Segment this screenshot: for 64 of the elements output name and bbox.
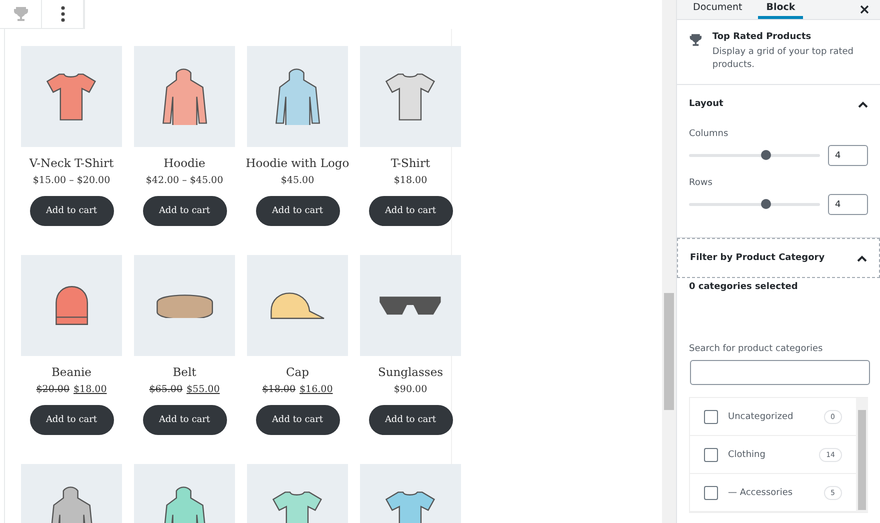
hoodie-drawing xyxy=(162,68,208,125)
product-price: $15.00 – $20.00 xyxy=(32,175,110,186)
add-to-cart-button[interactable]: Add to cart xyxy=(30,196,114,226)
belt-drawing xyxy=(156,294,214,318)
search-label: Search for product categories xyxy=(689,344,824,354)
add-to-cart-button[interactable]: Add to cart xyxy=(256,196,340,226)
selection-summary: 0 categories selected xyxy=(688,281,799,294)
hoodie-drawing xyxy=(274,68,320,125)
product-name: Hoodie xyxy=(164,156,206,170)
category-label: Uncategorized xyxy=(728,412,794,422)
control-label: Rows xyxy=(689,178,714,188)
add-to-cart-button[interactable]: Add to cart xyxy=(368,196,452,226)
sidebar-tab[interactable]: Block xyxy=(758,0,804,19)
product-name: V-Neck T-Shirt xyxy=(29,156,114,170)
scrollbar[interactable] xyxy=(662,0,676,523)
checkbox[interactable] xyxy=(704,410,718,424)
number-field[interactable]: 4 xyxy=(828,194,868,215)
product-name: Hoodie with Logo xyxy=(246,156,350,170)
checkbox[interactable] xyxy=(704,448,718,462)
regular-price: $20.00 xyxy=(36,384,70,395)
filter-panel-toggle[interactable]: Filter by Product Category xyxy=(678,239,879,277)
list-scrollbar[interactable] xyxy=(856,398,868,512)
block-description: Display a grid of your top rated products. xyxy=(712,46,855,72)
product-name: Beanie xyxy=(51,365,92,379)
layout-panel-toggle[interactable]: Layout xyxy=(677,85,880,123)
regular-price: $65.00 xyxy=(149,384,182,395)
search-field[interactable] xyxy=(690,360,870,385)
checkbox[interactable] xyxy=(704,486,718,500)
cap-drawing xyxy=(270,292,326,320)
trophy-icon xyxy=(689,32,702,48)
chevron-icon xyxy=(857,254,867,262)
product-price: $18.00 xyxy=(394,175,428,186)
tshirt-drawing xyxy=(385,72,436,120)
product-price: $42.00 – $45.00 xyxy=(146,175,224,186)
product-price: $45.00 xyxy=(280,175,314,186)
close-icon xyxy=(860,4,868,14)
sunglasses-drawing xyxy=(379,296,442,316)
add-to-cart-button[interactable]: Add to cart xyxy=(256,405,340,435)
product-price: $90.00 xyxy=(394,384,428,395)
product-name: T-Shirt xyxy=(390,156,430,170)
slider-thumb[interactable] xyxy=(761,150,772,160)
add-to-cart-button[interactable]: Add to cart xyxy=(142,405,226,435)
category-label: — Accessories xyxy=(728,488,794,498)
product-name: Belt xyxy=(172,365,196,379)
sale-price: $16.00 xyxy=(300,384,333,395)
add-to-cart-button[interactable]: Add to cart xyxy=(368,405,452,435)
control-label: Columns xyxy=(689,129,730,139)
tshirt-drawing xyxy=(46,72,97,120)
beanie-drawing xyxy=(54,286,88,326)
regular-price: $18.00 xyxy=(262,384,296,395)
block-title: Top Rated Products xyxy=(712,32,812,42)
trophy-icon xyxy=(12,6,28,22)
sale-price: $55.00 xyxy=(186,384,220,395)
product-name: Cap xyxy=(286,365,310,379)
more-icon xyxy=(60,6,64,22)
number-field[interactable]: 4 xyxy=(828,145,868,166)
sidebar-tab[interactable]: Document xyxy=(685,0,750,19)
product-name: Sunglasses xyxy=(378,365,444,379)
add-to-cart-button[interactable]: Add to cart xyxy=(30,405,114,435)
chevron-icon xyxy=(858,100,868,108)
sale-price: $18.00 xyxy=(74,384,107,395)
slider-thumb[interactable] xyxy=(761,199,772,209)
add-to-cart-button[interactable]: Add to cart xyxy=(142,196,226,226)
category-label: Clothing xyxy=(728,450,766,460)
